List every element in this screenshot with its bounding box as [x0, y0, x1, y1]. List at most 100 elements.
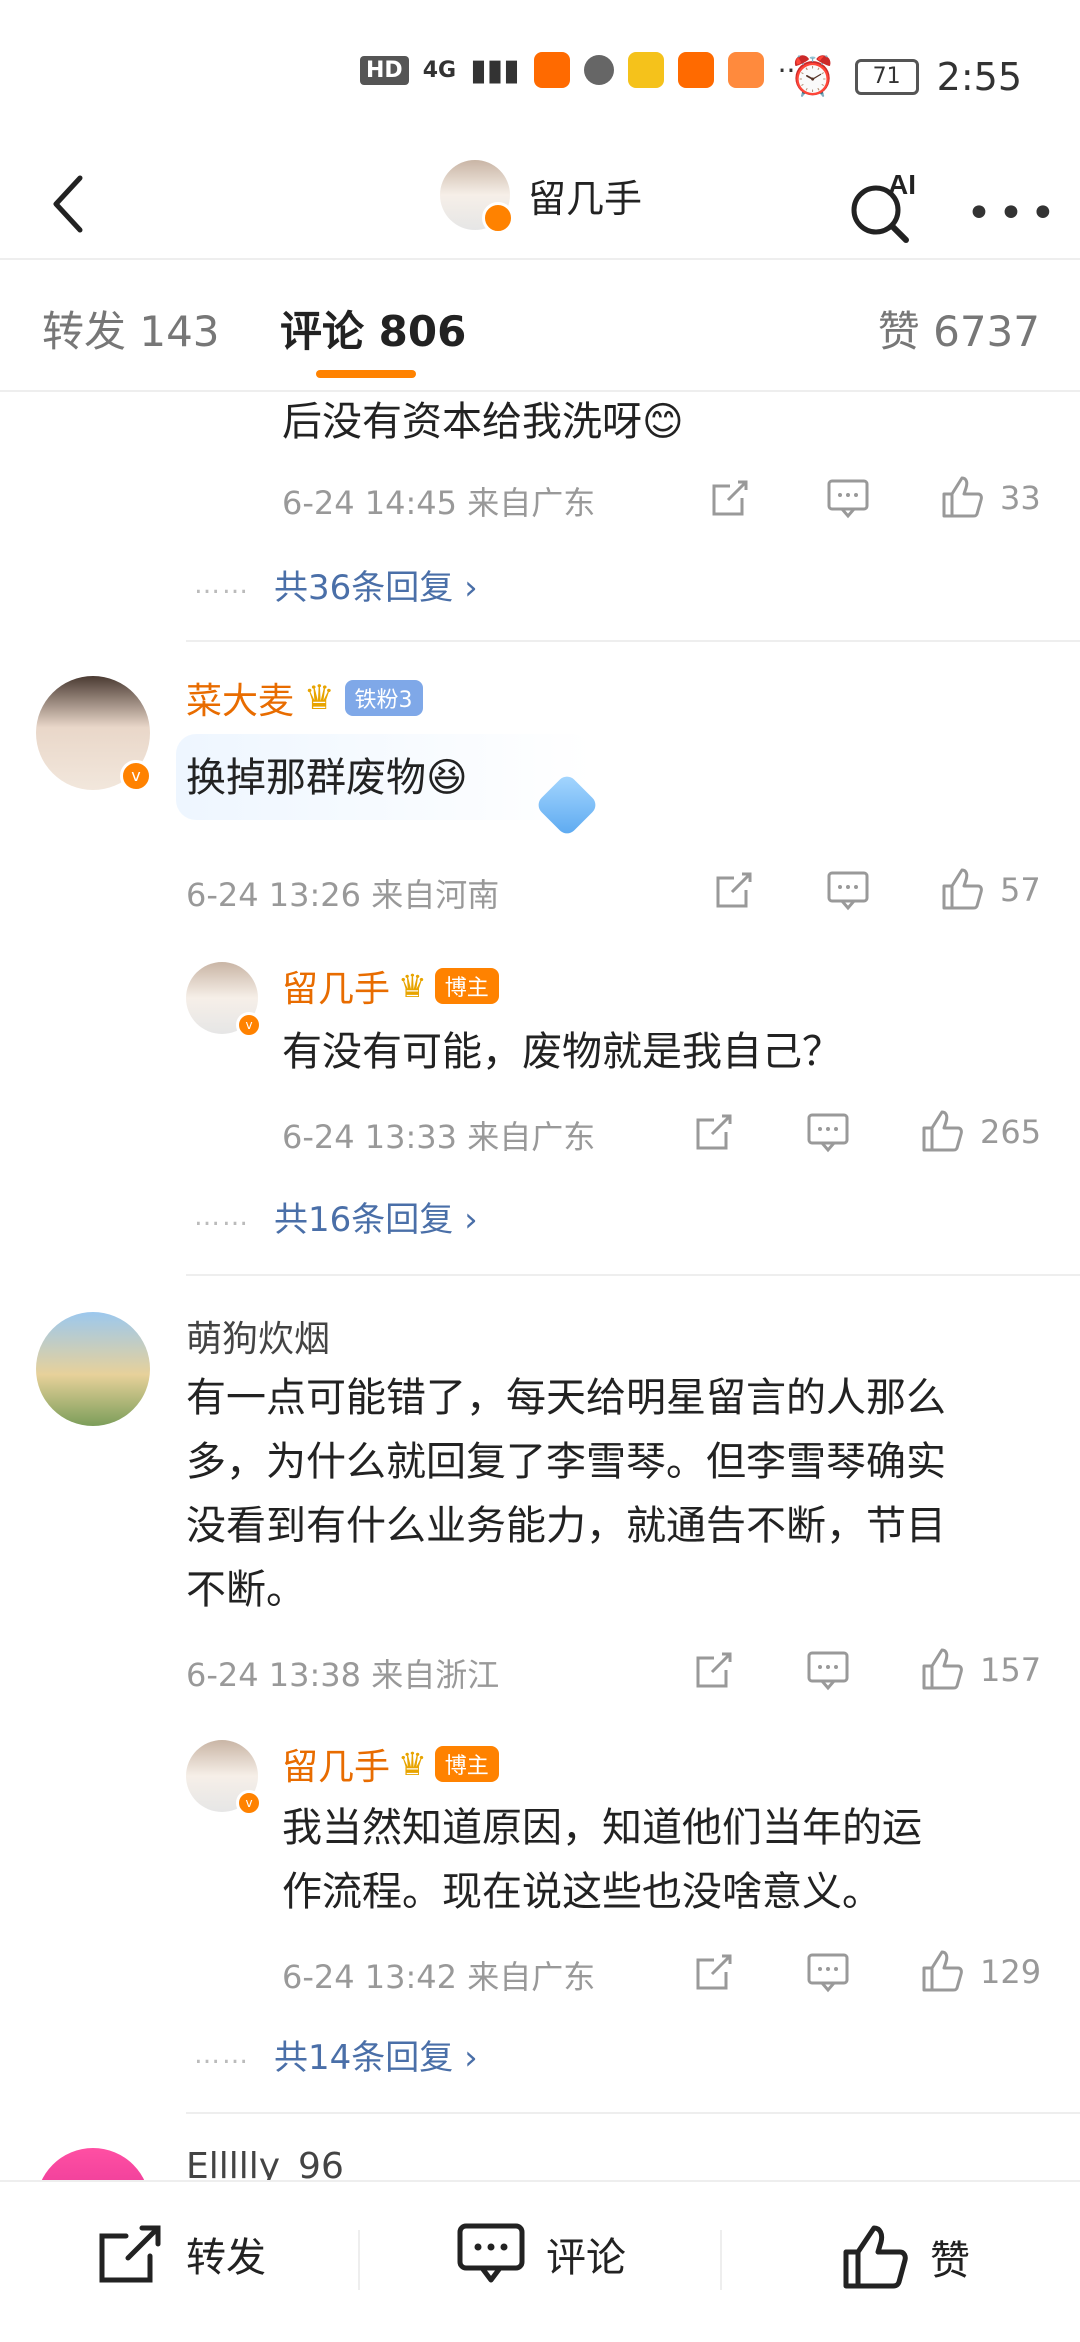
comment-label: 评论 — [546, 2235, 626, 2281]
battery-indicator: 71 — [854, 58, 919, 95]
repost-label: 转发 — [186, 2235, 266, 2281]
comment-text-line: 多，为什么就回复了李雪琴。但李雪琴确实 — [186, 1439, 946, 1485]
like-reply-button[interactable]: 265 — [918, 1108, 1041, 1156]
comment-icon — [807, 1953, 849, 1993]
like-reply-button[interactable]: 129 — [918, 1948, 1041, 1996]
comment-text: 后没有资本给我洗呀😊 — [282, 399, 684, 445]
repost-comment-button[interactable] — [708, 476, 752, 524]
more-replies-link[interactable]: 共36条回复 › — [274, 560, 478, 609]
wechat-icon — [583, 55, 614, 85]
reply-reply-button[interactable] — [806, 1952, 850, 1998]
ai-label: AI — [888, 169, 916, 200]
active-tab-indicator — [316, 370, 416, 378]
tab-comments[interactable]: 评论 806 — [280, 298, 466, 359]
commenter-name[interactable]: 萌狗炊烟 — [186, 1310, 330, 1362]
thumbs-up-icon — [922, 1950, 963, 1992]
more-options-button[interactable]: ••• — [966, 188, 1062, 239]
verified-badge-icon: v — [236, 1012, 262, 1038]
crown-icon: ♛ — [398, 967, 427, 1005]
reply-text-line: 作流程。现在说这些也没啥意义。 — [282, 1869, 882, 1915]
more-replies-link[interactable]: 共14条回复 › — [274, 2030, 478, 2079]
app-notification-icon — [533, 52, 570, 88]
reply-author-name[interactable]: 留几手 — [282, 1738, 390, 1790]
like-comment-button[interactable]: 57 — [938, 866, 1041, 914]
commenter-avatar[interactable] — [36, 1312, 150, 1426]
comment-text: 换掉那群废物😆 — [186, 755, 468, 801]
like-count: 33 — [1000, 479, 1041, 517]
share-icon — [696, 1954, 732, 1990]
comment-meta: 6-24 13:38 来自浙江 — [186, 1656, 500, 1694]
bottom-separator — [358, 2230, 360, 2290]
comment-meta: 6-24 13:26 来自河南 — [186, 876, 500, 914]
comment-button[interactable]: 评论 — [456, 2222, 626, 2286]
like-comment-button[interactable]: 33 — [938, 474, 1041, 522]
comment-divider — [186, 640, 1080, 642]
comment-text-line: 不断。 — [186, 1567, 306, 1613]
more-replies-row: …… 共16条回复 › — [194, 1192, 478, 1241]
thread-dots: …… — [194, 569, 250, 600]
top-bar: 留几手 AI ••• — [0, 150, 1080, 260]
more-replies-link[interactable]: 共16条回复 › — [274, 1192, 478, 1241]
hd-indicator: HD — [360, 55, 409, 85]
network-indicator: 4G — [422, 57, 457, 83]
commenter-name[interactable]: 菜大麦 — [186, 672, 294, 724]
tab-reposts[interactable]: 转发 143 — [42, 298, 220, 359]
more-replies-row: …… 共36条回复 › — [194, 560, 478, 609]
author-badge: 博主 — [434, 1746, 499, 1782]
thread-dots: …… — [194, 1201, 250, 1232]
ai-search-button[interactable]: AI — [838, 160, 928, 250]
profile-title[interactable]: 留几手 — [440, 160, 643, 234]
video-app-icon — [727, 52, 764, 88]
verified-badge-icon — [482, 202, 514, 234]
commenter-avatar[interactable]: v — [36, 676, 152, 792]
like-count: 265 — [980, 1113, 1042, 1151]
comment-divider — [186, 1274, 1080, 1276]
reply-name-row: 留几手 ♛ 博主 — [282, 1738, 499, 1790]
author-badge: 博主 — [434, 968, 499, 1004]
reply-comment-button[interactable] — [806, 1650, 850, 1696]
ai-search-icon: AI — [851, 169, 916, 243]
comment-icon — [827, 479, 869, 519]
reply-meta: 6-24 13:33 来自广东 — [282, 1118, 596, 1156]
comment-meta: 6-24 14:45 来自广东 — [282, 484, 596, 522]
thumbs-up-icon — [942, 476, 983, 518]
comment-text-line: 没看到有什么业务能力，就通告不断，节目 — [186, 1503, 946, 1549]
tab-likes[interactable]: 赞 6737 — [878, 298, 1040, 359]
reply-comment-button[interactable] — [826, 478, 870, 524]
thumbs-up-icon — [922, 1110, 963, 1152]
like-button[interactable]: 赞 — [840, 2222, 970, 2292]
verified-badge-icon: v — [236, 1790, 262, 1816]
comment-icon — [807, 1651, 849, 1691]
reply-avatar[interactable]: v — [186, 1740, 262, 1816]
thumbs-up-icon — [942, 868, 983, 910]
status-icons: HD 4G ▮▮▮ ··· — [360, 52, 804, 88]
repost-reply-button[interactable] — [692, 1110, 736, 1158]
back-button[interactable] — [40, 166, 100, 236]
repost-comment-button[interactable] — [692, 1648, 736, 1696]
share-icon — [696, 1652, 732, 1688]
repost-comment-button[interactable] — [712, 868, 756, 916]
crown-icon: ♛ — [398, 1745, 427, 1783]
like-comment-button[interactable]: 157 — [918, 1646, 1041, 1694]
app-notification-icon-2 — [677, 52, 714, 88]
comment-icon — [457, 2223, 525, 2283]
share-icon — [716, 872, 752, 908]
repost-button[interactable]: 转发 — [96, 2222, 266, 2286]
comment-text-line: 有一点可能错了，每天给明星留言的人那么 — [186, 1375, 946, 1421]
reply-avatar[interactable]: v — [186, 962, 262, 1038]
fan-level-badge: 铁粉3 — [344, 680, 423, 716]
comment-text: 有一点可能错了，每天给明星留言的人那么 多，为什么就回复了李雪琴。但李雪琴确实 … — [186, 1366, 1066, 1622]
page-title: 留几手 — [528, 176, 643, 221]
share-icon — [99, 2225, 161, 2283]
reply-author-name[interactable]: 留几手 — [282, 960, 390, 1012]
author-avatar[interactable] — [440, 160, 514, 234]
tab-bar: 转发 143 评论 806 赞 6737 — [0, 262, 1080, 392]
comment-icon — [827, 871, 869, 911]
status-right: ⏰ 71 2:55 — [789, 54, 1022, 99]
repost-reply-button[interactable] — [692, 1950, 736, 1998]
reply-text-line: 我当然知道原因，知道他们当年的运 — [282, 1805, 922, 1851]
reply-reply-button[interactable] — [806, 1112, 850, 1158]
like-count: 57 — [1000, 871, 1041, 909]
reply-comment-button[interactable] — [826, 870, 870, 916]
bottom-separator — [720, 2230, 722, 2290]
